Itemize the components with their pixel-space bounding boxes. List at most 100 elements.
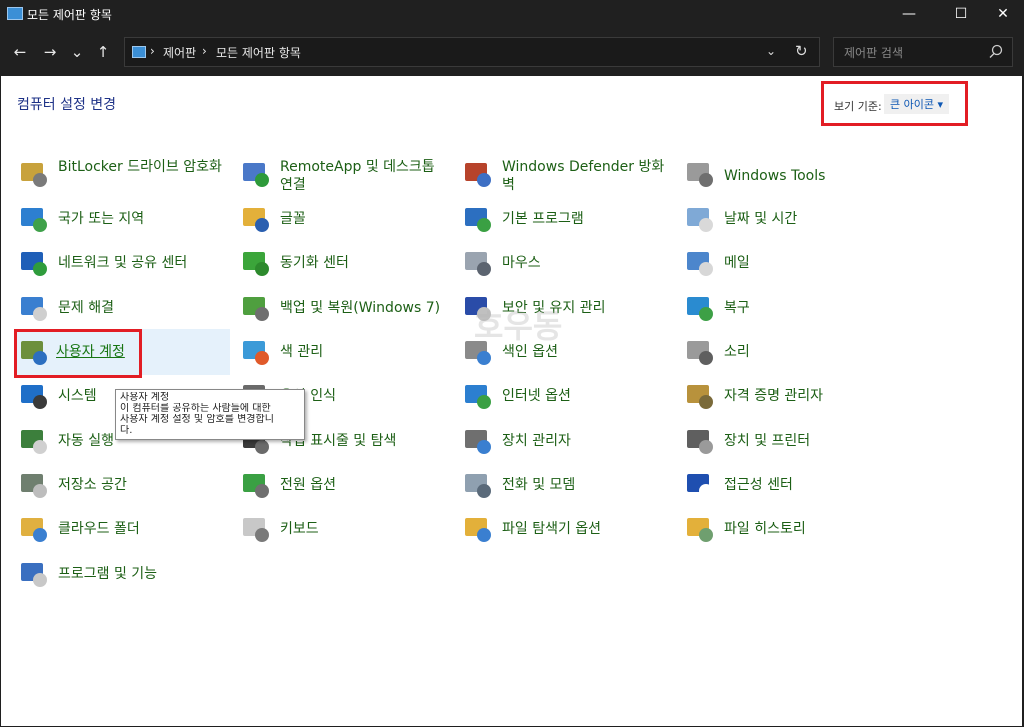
control-panel-item[interactable]: 장치 및 프린터 bbox=[684, 425, 896, 459]
control-panel-item-label: 전원 옵션 bbox=[280, 477, 336, 493]
control-panel-item[interactable]: 전화 및 모뎀 bbox=[462, 469, 674, 503]
control-panel-item[interactable]: 메일 bbox=[684, 247, 896, 281]
control-panel-item[interactable]: 복구 bbox=[684, 292, 896, 326]
network-icon bbox=[21, 252, 47, 276]
recovery-icon bbox=[687, 297, 713, 321]
programs-features-icon bbox=[21, 563, 47, 587]
control-panel-item[interactable]: 글꼴 bbox=[240, 203, 452, 237]
control-panel-item[interactable]: 색 관리 bbox=[240, 336, 452, 370]
page-title: 컴퓨터 설정 변경 bbox=[17, 97, 117, 113]
control-panel-icon bbox=[7, 7, 23, 20]
search-box[interactable] bbox=[833, 37, 1013, 67]
control-panel-item[interactable]: 네트워크 및 공유 센터 bbox=[18, 247, 230, 281]
remoteapp-icon bbox=[243, 163, 269, 187]
control-panel-item-label: 자동 실행 bbox=[58, 433, 114, 449]
control-panel-item-label: 전화 및 모뎀 bbox=[502, 477, 576, 493]
control-panel-item[interactable]: 키보드 bbox=[240, 513, 452, 547]
control-panel-item-label: 파일 탐색기 옵션 bbox=[502, 521, 602, 537]
control-panel-item[interactable]: 파일 히스토리 bbox=[684, 513, 896, 547]
bitlocker-icon bbox=[21, 163, 47, 187]
troubleshoot-icon bbox=[21, 297, 47, 321]
user-accounts-highlight bbox=[14, 329, 142, 378]
watermark: 호우동 bbox=[474, 307, 563, 345]
control-panel-item-label: 자격 증명 관리자 bbox=[724, 388, 824, 404]
window-title: 모든 제어판 항목 bbox=[27, 8, 112, 22]
view-by-dropdown[interactable]: 큰 아이콘 ▾ bbox=[884, 94, 949, 114]
control-panel-item[interactable]: 국가 또는 지역 bbox=[18, 203, 230, 237]
control-panel-item-label: Windows Defender 방화벽 bbox=[502, 159, 665, 193]
control-panel-item[interactable]: 마우스 bbox=[462, 247, 674, 281]
control-panel-item-label: 색 관리 bbox=[280, 344, 324, 360]
control-panel-item-label: 메일 bbox=[724, 255, 750, 271]
maximize-button[interactable]: ☐ bbox=[938, 0, 984, 28]
system-monitor-icon bbox=[21, 385, 47, 409]
power-options-icon bbox=[243, 474, 269, 498]
tooltip-line: 사용자 계정 설정 및 암호를 변경합니 bbox=[120, 414, 274, 425]
control-panel-item[interactable]: 저장소 공간 bbox=[18, 469, 230, 503]
control-panel-item[interactable]: 백업 및 복원(Windows 7) bbox=[240, 292, 452, 326]
control-panel-item[interactable]: BitLocker 드라이브 암호화 bbox=[18, 158, 230, 196]
control-panel-item[interactable]: 클라우드 폴더 bbox=[18, 513, 230, 547]
control-panel-item-label: 글꼴 bbox=[280, 211, 306, 227]
up-button[interactable]: ↑ bbox=[93, 42, 113, 62]
device-manager-icon bbox=[465, 430, 491, 454]
sync-icon bbox=[243, 252, 269, 276]
minimize-button[interactable]: — bbox=[886, 0, 932, 28]
control-panel-item[interactable]: 파일 탐색기 옵션 bbox=[462, 513, 674, 547]
control-panel-item-label: 기본 프로그램 bbox=[502, 211, 584, 227]
title-bar: 모든 제어판 항목 — ☐ ✕ bbox=[0, 0, 1024, 28]
firewall-icon bbox=[465, 163, 491, 187]
control-panel-item-label: 장치 및 프린터 bbox=[724, 433, 811, 449]
control-panel-item[interactable]: 소리 bbox=[684, 336, 896, 370]
control-panel-item-label: 네트워크 및 공유 센터 bbox=[58, 255, 188, 271]
control-panel-icon bbox=[132, 46, 146, 58]
search-input[interactable] bbox=[842, 43, 986, 63]
internet-options-icon bbox=[465, 385, 491, 409]
control-panel-item-label: 키보드 bbox=[280, 521, 319, 537]
tooltip-line: 다. bbox=[120, 425, 133, 436]
tooltip: 사용자 계정 이 컴퓨터를 공유하는 사람들에 대한 사용자 계정 설정 및 암… bbox=[115, 389, 305, 440]
refresh-button[interactable]: ↻ bbox=[795, 42, 808, 60]
control-panel-item-label: 저장소 공간 bbox=[58, 477, 127, 493]
search-icon[interactable] bbox=[987, 43, 1005, 61]
control-panel-item-label: 프로그램 및 기능 bbox=[58, 566, 158, 582]
close-button[interactable]: ✕ bbox=[980, 0, 1024, 28]
breadcrumb-control-panel[interactable]: 제어판 bbox=[163, 44, 196, 61]
control-panel-item-label: 국가 또는 지역 bbox=[58, 211, 145, 227]
control-panel-item[interactable]: 자격 증명 관리자 bbox=[684, 380, 896, 414]
address-bar[interactable]: › 제어판 › 모든 제어판 항목 ⌄ ↻ bbox=[124, 37, 820, 67]
control-panel-item-label: 복구 bbox=[724, 300, 750, 316]
backup-icon bbox=[243, 297, 269, 321]
mail-icon bbox=[687, 252, 713, 276]
control-panel-item[interactable]: RemoteApp 및 데스크톱 연결 bbox=[240, 158, 452, 196]
control-panel-item[interactable]: 날짜 및 시간 bbox=[684, 203, 896, 237]
control-panel-item-label: 날짜 및 시간 bbox=[724, 211, 798, 227]
globe-icon bbox=[21, 208, 47, 232]
forward-button[interactable]: → bbox=[40, 42, 60, 62]
speaker-icon bbox=[687, 341, 713, 365]
control-panel-item[interactable]: 기본 프로그램 bbox=[462, 203, 674, 237]
control-panel-item[interactable]: 문제 해결 bbox=[18, 292, 230, 326]
back-button[interactable]: ← bbox=[10, 42, 30, 62]
recent-locations-button[interactable]: ⌄ bbox=[67, 42, 87, 62]
breadcrumb-separator[interactable]: › bbox=[150, 44, 155, 58]
control-panel-item[interactable]: 동기화 센터 bbox=[240, 247, 452, 281]
control-panel-item[interactable]: 인터넷 옵션 bbox=[462, 380, 674, 414]
control-panel-item-label: 시스템 bbox=[58, 388, 97, 404]
breadcrumb-all-items[interactable]: 모든 제어판 항목 bbox=[216, 44, 301, 61]
address-dropdown-button[interactable]: ⌄ bbox=[766, 44, 776, 58]
control-panel-item[interactable]: 전원 옵션 bbox=[240, 469, 452, 503]
control-panel-item-label: 클라우드 폴더 bbox=[58, 521, 140, 537]
control-panel-item[interactable]: 프로그램 및 기능 bbox=[18, 558, 230, 592]
control-panel-item[interactable]: 접근성 센터 bbox=[684, 469, 896, 503]
breadcrumb-separator[interactable]: › bbox=[202, 44, 207, 58]
control-panel-item[interactable]: Windows Defender 방화벽 bbox=[462, 158, 674, 196]
control-panel-item-label: Windows Tools bbox=[724, 168, 826, 184]
calendar-clock-icon bbox=[687, 208, 713, 232]
control-panel-item[interactable]: Windows Tools bbox=[684, 158, 896, 192]
control-panel-item[interactable]: 장치 관리자 bbox=[462, 425, 674, 459]
printer-icon bbox=[687, 430, 713, 454]
autoplay-icon bbox=[21, 430, 47, 454]
color-management-icon bbox=[243, 341, 269, 365]
control-panel-item-label: 장치 관리자 bbox=[502, 433, 571, 449]
